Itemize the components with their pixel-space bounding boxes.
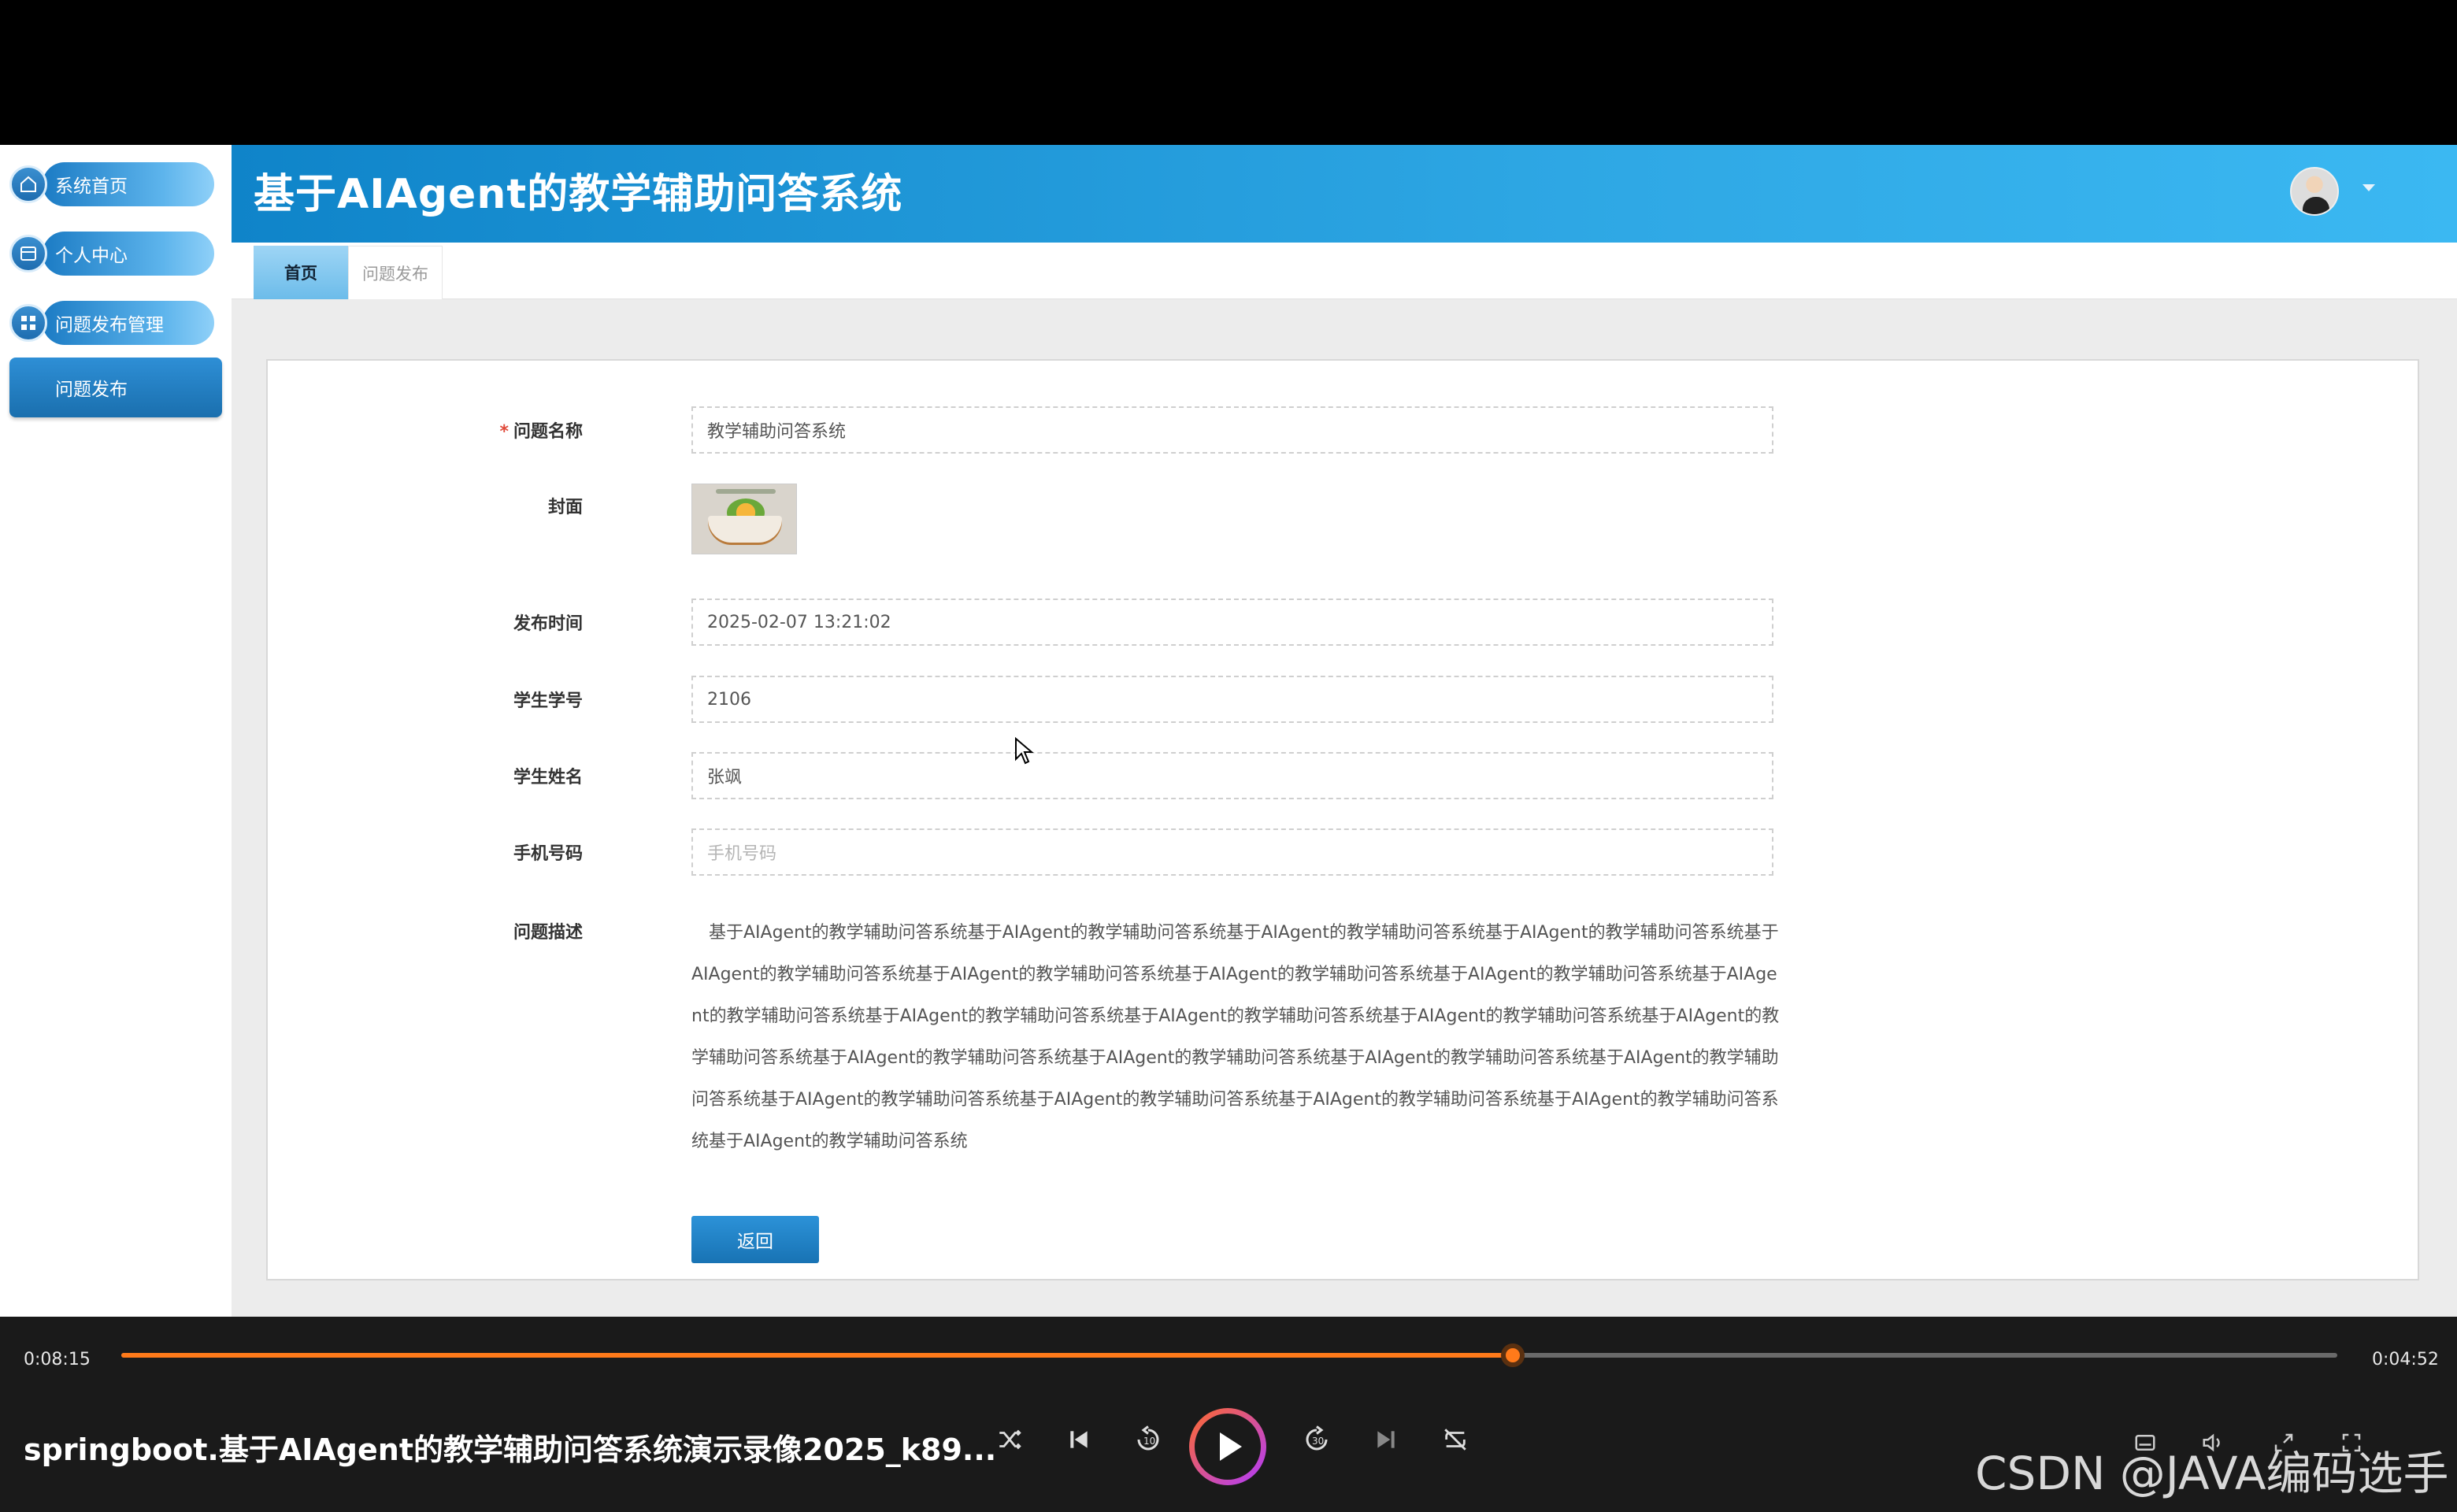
video-title: springboot.基于AIAgent的教学辅助问答系统演示录像2025_k8… <box>24 1432 997 1467</box>
video-player: 0:08:15 0:04:52 springboot.基于AIAgent的教学辅… <box>0 1317 2457 1512</box>
home-icon <box>9 165 47 203</box>
progress-fill <box>121 1353 1514 1358</box>
top-letterbox <box>0 0 2457 145</box>
svg-text:30: 30 <box>1312 1436 1324 1447</box>
total-time: 0:04:52 <box>2372 1350 2439 1369</box>
main-content: * 问题名称 教学辅助问答系统 封面 发布时间 2025-02-07 13:21:… <box>232 299 2457 1317</box>
chevron-down-icon[interactable] <box>2362 184 2375 191</box>
play-icon <box>1220 1432 1242 1461</box>
question-name-label: * 问题名称 <box>499 422 583 442</box>
play-button[interactable] <box>1189 1408 1266 1485</box>
progress-bar[interactable] <box>121 1343 2337 1367</box>
repeat-off-icon[interactable] <box>1433 1418 1477 1462</box>
description-label: 问题描述 <box>513 923 583 943</box>
sidebar-item-question-management[interactable]: 问题发布管理 <box>9 299 214 346</box>
next-icon[interactable] <box>1364 1418 1408 1462</box>
publish-time-label: 发布时间 <box>513 614 583 634</box>
avatar[interactable] <box>2290 167 2339 216</box>
sidebar: 系统首页 个人中心 问题发布管理 问题发布 <box>0 145 232 1317</box>
svg-text:10: 10 <box>1143 1436 1155 1447</box>
student-name-field[interactable]: 张飒 <box>691 752 1773 799</box>
phone-label: 手机号码 <box>513 844 583 864</box>
progress-handle[interactable] <box>1501 1343 1525 1367</box>
shuffle-icon[interactable] <box>988 1418 1032 1462</box>
tab-question-publish[interactable]: 问题发布 <box>348 246 443 299</box>
sidebar-item-label: 个人中心 <box>43 232 214 276</box>
watermark: CSDN @JAVA编码选手 <box>1975 1447 2449 1500</box>
tab-home[interactable]: 首页 <box>254 246 348 299</box>
grid-icon <box>9 304 47 342</box>
cover-image <box>691 484 797 554</box>
student-id-field[interactable]: 2106 <box>691 676 1773 723</box>
required-mark: * <box>499 422 509 442</box>
student-id-label: 学生学号 <box>513 691 583 711</box>
forward-30-icon[interactable]: 30 <box>1295 1418 1339 1462</box>
previous-icon[interactable] <box>1057 1418 1101 1462</box>
back-button[interactable]: 返回 <box>691 1216 819 1263</box>
sidebar-item-label: 问题发布管理 <box>43 301 214 345</box>
form-card: * 问题名称 教学辅助问答系统 封面 发布时间 2025-02-07 13:21:… <box>266 359 2419 1280</box>
card-icon <box>9 235 47 272</box>
current-time: 0:08:15 <box>24 1350 91 1369</box>
question-name-field[interactable]: 教学辅助问答系统 <box>691 406 1773 454</box>
cover-label: 封面 <box>547 498 583 517</box>
sidebar-item-home[interactable]: 系统首页 <box>9 161 214 208</box>
tab-bar: 首页 问题发布 <box>232 243 2457 299</box>
sidebar-item-personal-center[interactable]: 个人中心 <box>9 230 214 277</box>
publish-time-field[interactable]: 2025-02-07 13:21:02 <box>691 598 1773 646</box>
sidebar-subitem-question-publish[interactable]: 问题发布 <box>9 358 222 417</box>
phone-field[interactable]: 手机号码 <box>691 828 1773 876</box>
header-bar: 基于AIAgent的教学辅助问答系统 <box>232 145 2457 243</box>
sidebar-item-label: 系统首页 <box>43 162 214 206</box>
mouse-cursor-icon <box>1015 737 1034 765</box>
rewind-10-icon[interactable]: 10 <box>1126 1418 1170 1462</box>
app-title: 基于AIAgent的教学辅助问答系统 <box>254 171 903 218</box>
description-text: 基于AIAgent的教学辅助问答系统基于AIAgent的教学辅助问答系统基于AI… <box>691 923 1780 1151</box>
student-name-label: 学生姓名 <box>513 768 583 788</box>
